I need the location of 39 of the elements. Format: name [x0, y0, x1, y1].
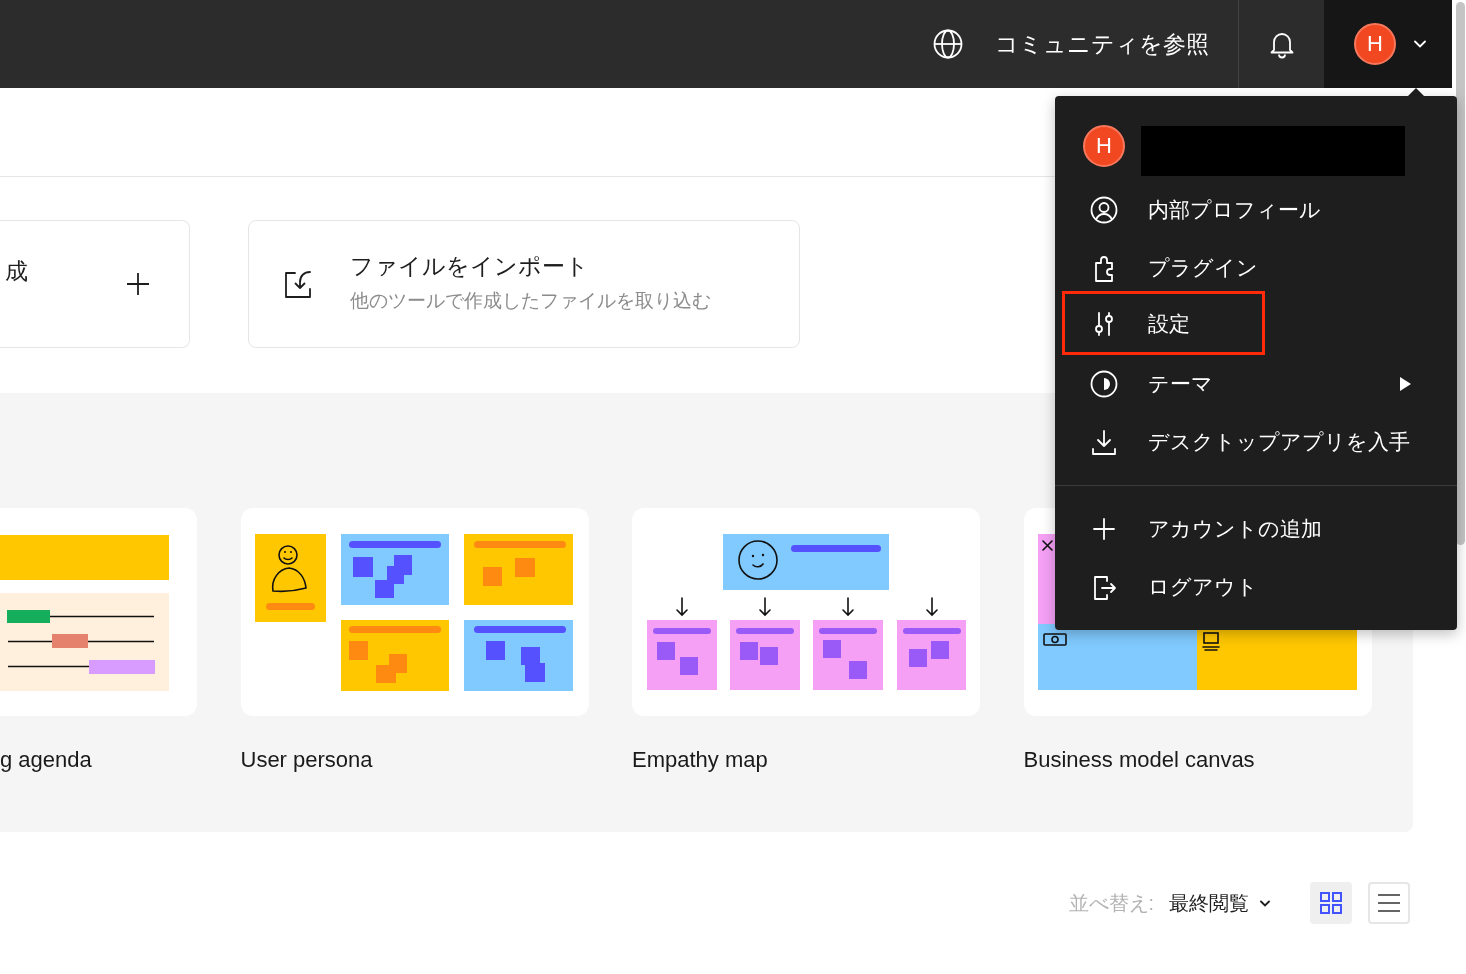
- card-description: 他のツールで作成したファイルを取り込む: [350, 288, 711, 313]
- menu-item[interactable]: ログアウト: [1090, 573, 1258, 601]
- download-icon: [1090, 428, 1118, 456]
- template-card[interactable]: [0, 508, 197, 716]
- grid-view-button[interactable]: [1310, 882, 1352, 924]
- template-card[interactable]: [632, 508, 980, 716]
- template-title: g agenda: [0, 747, 92, 773]
- menu-item[interactable]: テーマ: [1090, 370, 1411, 398]
- scrollbar-thumb[interactable]: [1456, 2, 1465, 545]
- template-title: User persona: [240, 747, 373, 773]
- menu-item[interactable]: アカウントの追加: [1090, 515, 1322, 543]
- user-avatar: H: [1354, 23, 1396, 65]
- list-view-button[interactable]: [1368, 882, 1410, 924]
- menu-item[interactable]: 設定: [1062, 291, 1265, 355]
- sort-label: 並べ替え:: [1068, 890, 1154, 916]
- user-avatar: H: [1083, 125, 1125, 167]
- chevron-down-icon: [1260, 899, 1270, 907]
- template-title: Empathy map: [632, 747, 768, 773]
- import-card[interactable]: ファイルをインポート 他のツールで作成したファイルを取り込む: [248, 220, 800, 348]
- create-card[interactable]: 成: [0, 220, 190, 348]
- half-circle-icon: [1090, 370, 1118, 398]
- menu-item[interactable]: プラグイン: [1090, 254, 1258, 282]
- account-menu-button[interactable]: H: [1324, 0, 1452, 88]
- menu-item[interactable]: 内部プロフィール: [1090, 196, 1321, 224]
- chevron-down-icon: [1414, 40, 1426, 48]
- plus-icon: [127, 273, 149, 295]
- grid-icon: [1320, 892, 1342, 914]
- import-icon: [284, 269, 314, 299]
- card-title: ファイルをインポート: [350, 251, 590, 280]
- globe-icon: [933, 29, 963, 59]
- card-title: 成: [5, 258, 28, 284]
- user-circle-icon: [1090, 196, 1118, 224]
- template-card[interactable]: [240, 508, 589, 716]
- template-title: Business model canvas: [1023, 747, 1255, 773]
- menu-item[interactable]: デスクトップアプリを入手: [1090, 428, 1410, 456]
- sort-dropdown[interactable]: 最終閲覧: [1169, 889, 1270, 917]
- plus-icon: [1090, 515, 1118, 543]
- list-icon: [1378, 892, 1400, 914]
- browse-community-link[interactable]: コミュニティを参照: [933, 0, 1239, 88]
